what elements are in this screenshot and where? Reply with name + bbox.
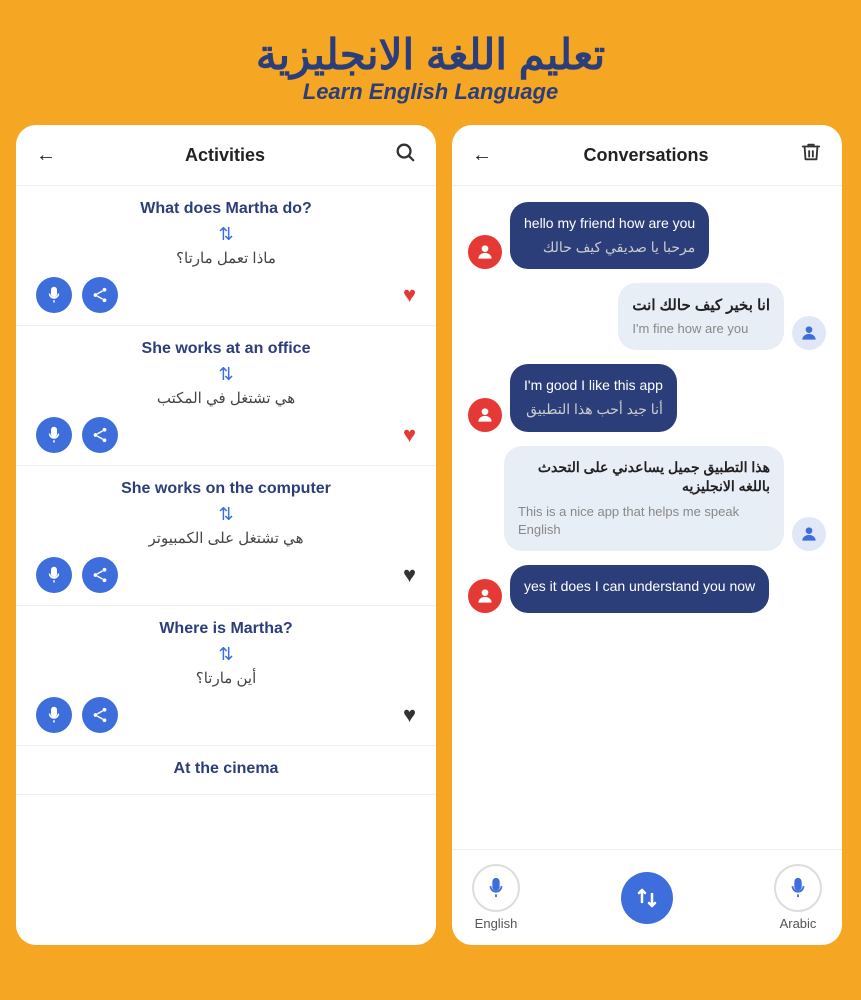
- swap-icon: ⇅: [36, 364, 416, 385]
- avatar: [468, 398, 502, 432]
- panels-container: ← Activities What does Martha do? ⇅ ماذا…: [0, 125, 861, 961]
- avatar: [468, 579, 502, 613]
- action-icons: [36, 417, 118, 453]
- message-row: انا بخير كيف حالك انت I'm fine how are y…: [468, 283, 826, 350]
- mic-button[interactable]: [36, 697, 72, 733]
- english-label: English: [475, 916, 518, 931]
- avatar: [792, 316, 826, 350]
- activity-english: What does Martha do?: [36, 200, 416, 218]
- message-text-english: yes it does I can understand you now: [524, 577, 755, 597]
- message-text-english: hello my friend how are you: [524, 214, 695, 234]
- mic-button[interactable]: [36, 417, 72, 453]
- activity-arabic: هي تشتغل في المكتب: [36, 389, 416, 407]
- swap-languages-button[interactable]: [621, 872, 673, 924]
- message-text-english: This is a nice app that helps me speak E…: [518, 503, 770, 539]
- message-text-arabic: مرحبا يا صديقي كيف حالك: [524, 238, 695, 258]
- activity-english: Where is Martha?: [36, 620, 416, 638]
- activity-item: She works at an office ⇅ هي تشتغل في الم…: [16, 326, 436, 466]
- message-bubble: yes it does I can understand you now: [510, 565, 769, 613]
- message-text-english: I'm fine how are you: [632, 320, 770, 338]
- activity-actions: ♥: [36, 555, 416, 595]
- message-row: I'm good I like this app أنا جيد أحب هذا…: [468, 364, 826, 431]
- message-bubble: هذا التطبيق جميل يساعدني على التحدث بالل…: [504, 446, 784, 552]
- messages-area: hello my friend how are you مرحبا يا صدي…: [452, 186, 842, 849]
- swap-icon: ⇅: [36, 224, 416, 245]
- message-row: yes it does I can understand you now: [468, 565, 826, 613]
- english-mic-icon: [472, 864, 520, 912]
- arabic-mic-icon: [774, 864, 822, 912]
- action-icons: [36, 277, 118, 313]
- app-title-english: Learn English Language: [20, 79, 841, 105]
- message-bubble: hello my friend how are you مرحبا يا صدي…: [510, 202, 709, 269]
- mic-button[interactable]: [36, 557, 72, 593]
- arabic-mic-button[interactable]: Arabic: [774, 864, 822, 931]
- message-text-arabic: انا بخير كيف حالك انت: [632, 295, 770, 316]
- activity-actions: ♥: [36, 415, 416, 455]
- avatar: [468, 235, 502, 269]
- activity-item: Where is Martha? ⇅ أين مارتا؟: [16, 606, 436, 746]
- like-button[interactable]: ♥: [403, 422, 416, 448]
- swap-icon: ⇅: [36, 504, 416, 525]
- activity-english: She works at an office: [36, 340, 416, 358]
- share-button[interactable]: [82, 557, 118, 593]
- activity-english: She works on the computer: [36, 480, 416, 498]
- conv-back-button[interactable]: ←: [472, 144, 492, 167]
- activity-arabic: أين مارتا؟: [36, 669, 416, 687]
- activity-actions: ♥: [36, 275, 416, 315]
- app-title-arabic: تعليم اللغة الانجليزية: [20, 30, 841, 79]
- conversations-header: ← Conversations: [452, 125, 842, 186]
- message-bubble: I'm good I like this app أنا جيد أحب هذا…: [510, 364, 677, 431]
- app-header: تعليم اللغة الانجليزية Learn English Lan…: [0, 0, 861, 125]
- delete-button[interactable]: [800, 141, 822, 169]
- english-mic-button[interactable]: English: [472, 864, 520, 931]
- like-button[interactable]: ♥: [403, 282, 416, 308]
- activity-actions: ♥: [36, 695, 416, 735]
- share-button[interactable]: [82, 277, 118, 313]
- activity-item: She works on the computer ⇅ هي تشتغل على…: [16, 466, 436, 606]
- arabic-label: Arabic: [780, 916, 817, 931]
- action-icons: [36, 557, 118, 593]
- action-icons: [36, 697, 118, 733]
- activity-item: At the cinema: [16, 746, 436, 795]
- message-row: هذا التطبيق جميل يساعدني على التحدث بالل…: [468, 446, 826, 552]
- activities-panel: ← Activities What does Martha do? ⇅ ماذا…: [16, 125, 436, 945]
- message-text-arabic: هذا التطبيق جميل يساعدني على التحدث بالل…: [518, 458, 770, 497]
- translation-bar: English Arabic: [452, 849, 842, 945]
- search-button[interactable]: [394, 141, 416, 169]
- like-button[interactable]: ♥: [403, 702, 416, 728]
- message-row: hello my friend how are you مرحبا يا صدي…: [468, 202, 826, 269]
- share-button[interactable]: [82, 697, 118, 733]
- avatar: [792, 517, 826, 551]
- activity-arabic: ماذا تعمل مارتا؟: [36, 249, 416, 267]
- message-text-arabic: أنا جيد أحب هذا التطبيق: [524, 400, 663, 420]
- back-button[interactable]: ←: [36, 144, 56, 167]
- activities-header: ← Activities: [16, 125, 436, 186]
- activities-title: Activities: [185, 145, 265, 166]
- activity-item: What does Martha do? ⇅ ماذا تعمل مارتا؟: [16, 186, 436, 326]
- mic-button[interactable]: [36, 277, 72, 313]
- conversations-panel: ← Conversations: [452, 125, 842, 945]
- swap-icon: ⇅: [36, 644, 416, 665]
- conversations-title: Conversations: [583, 145, 708, 166]
- activity-english: At the cinema: [36, 760, 416, 778]
- message-bubble: انا بخير كيف حالك انت I'm fine how are y…: [618, 283, 784, 350]
- like-button[interactable]: ♥: [403, 562, 416, 588]
- share-button[interactable]: [82, 417, 118, 453]
- message-text-english: I'm good I like this app: [524, 376, 663, 396]
- activity-arabic: هي تشتغل على الكمبيوتر: [36, 529, 416, 547]
